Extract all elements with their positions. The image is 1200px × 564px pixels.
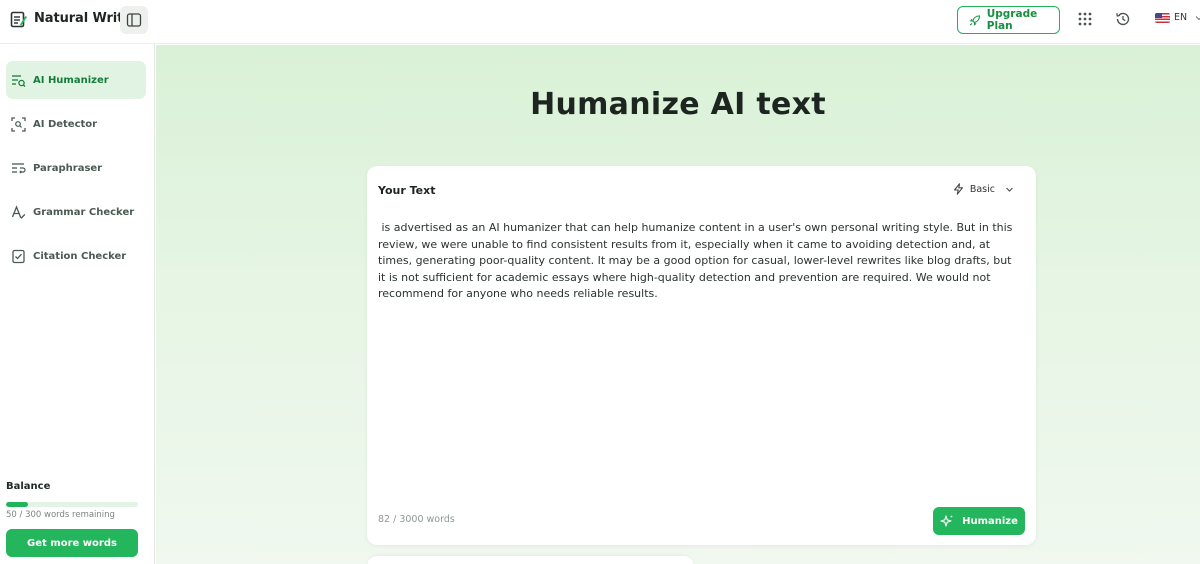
balance-title: Balance <box>6 481 51 492</box>
us-flag-icon <box>1155 12 1170 23</box>
logo-icon <box>10 11 27 28</box>
sidebar-item-label: Paraphraser <box>33 162 103 174</box>
history-button[interactable] <box>1114 10 1132 28</box>
top-bar: Natural Write Upgrade Plan EN <box>0 0 1200 44</box>
sidebar-item-ai-humanizer[interactable]: AI Humanizer <box>6 61 146 99</box>
sparkle-icon <box>940 515 954 527</box>
sidebar-item-citation-checker[interactable]: Citation Checker <box>6 237 146 275</box>
sidebar-item-paraphraser[interactable]: Paraphraser <box>6 149 146 187</box>
chevron-down-icon <box>1195 15 1200 20</box>
grammar-icon <box>10 204 26 220</box>
rocket-icon <box>969 14 981 26</box>
sidebar-item-label: Citation Checker <box>33 250 127 262</box>
language-selector[interactable]: EN <box>1155 12 1200 23</box>
sidebar-item-label: AI Humanizer <box>33 74 109 86</box>
sidebar: AI Humanizer AI Detector Paraphraser Gra… <box>0 44 155 564</box>
language-code: EN <box>1174 12 1188 23</box>
paraphraser-icon <box>10 160 26 176</box>
text-input-card: Your Text Basic is advertised as an AI h… <box>367 166 1036 545</box>
text-input-area[interactable]: is advertised as an AI humanizer that ca… <box>378 220 1018 500</box>
upgrade-plan-label: Upgrade Plan <box>986 8 1038 32</box>
history-icon <box>1116 12 1130 26</box>
citation-icon <box>10 248 26 264</box>
sidebar-item-grammar-checker[interactable]: Grammar Checker <box>6 193 146 231</box>
humanize-label: Humanize <box>962 515 1018 527</box>
sidebar-toggle-icon <box>126 13 142 27</box>
mode-label: Basic <box>969 183 995 195</box>
mode-selector[interactable]: Basic <box>953 183 1014 195</box>
sidebar-item-label: Grammar Checker <box>33 206 135 218</box>
output-card-edge <box>367 556 694 564</box>
sidebar-toggle-button[interactable] <box>120 6 148 34</box>
page-title: Humanize AI text <box>530 87 826 122</box>
balance-progress-bar <box>6 502 138 507</box>
sidebar-item-label: AI Detector <box>33 118 98 130</box>
get-more-words-button[interactable]: Get more words <box>6 529 138 557</box>
word-count: 82 / 3000 words <box>378 514 455 525</box>
card-title: Your Text <box>378 184 436 197</box>
humanize-button[interactable]: Humanize <box>933 507 1025 535</box>
lightning-icon <box>953 183 963 195</box>
detector-icon <box>10 116 26 132</box>
brand-name: Natural Write <box>34 11 132 26</box>
balance-remaining-text: 50 / 300 words remaining <box>6 510 115 520</box>
balance-progress-fill <box>6 502 28 507</box>
grid-icon <box>1078 12 1092 26</box>
apps-grid-button[interactable] <box>1076 10 1094 28</box>
humanizer-icon <box>10 72 26 88</box>
main-content: Humanize AI text Your Text Basic is adve… <box>156 45 1200 564</box>
sidebar-item-ai-detector[interactable]: AI Detector <box>6 105 146 143</box>
upgrade-plan-button[interactable]: Upgrade Plan <box>957 6 1060 34</box>
chevron-down-icon <box>1006 187 1013 192</box>
